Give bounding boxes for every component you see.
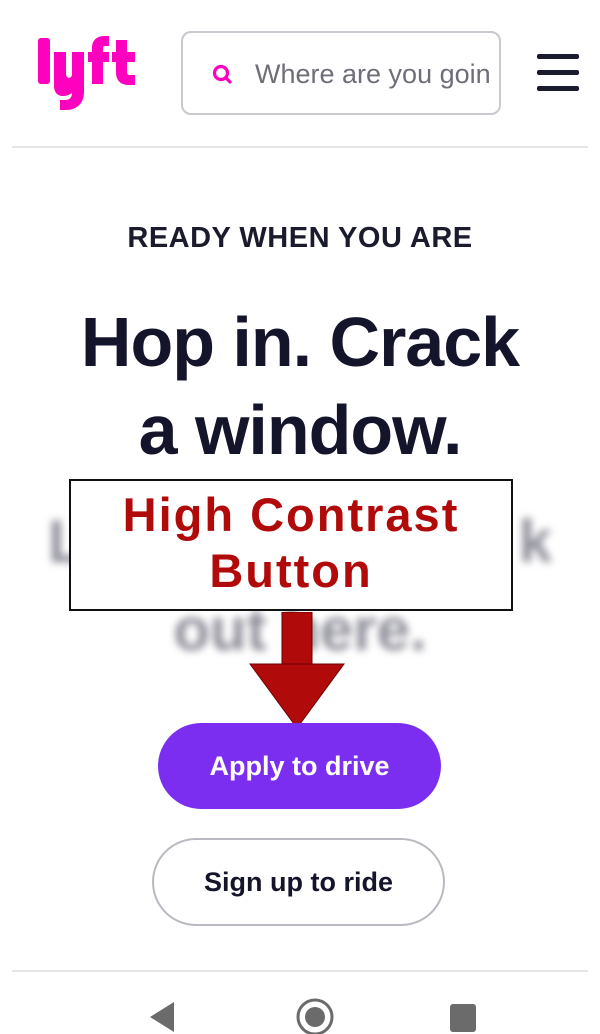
- menu-bar: [537, 70, 579, 75]
- sign-up-to-ride-button[interactable]: Sign up to ride: [152, 838, 445, 926]
- annotation-callout: High Contrast Button: [69, 479, 513, 611]
- apply-to-drive-button[interactable]: Apply to drive: [158, 723, 441, 809]
- site-header: lyft: [0, 0, 600, 146]
- lyft-logo[interactable]: lyft: [36, 34, 148, 112]
- headline-line-2: a window.: [138, 391, 463, 469]
- hamburger-menu-icon[interactable]: [533, 50, 583, 96]
- home-circle-icon[interactable]: [294, 996, 336, 1034]
- page-title: Hop in. Crack a window.: [0, 298, 600, 474]
- annotation-arrow-icon: [249, 612, 345, 729]
- blurred-subtext-end: k: [518, 508, 552, 575]
- content-bottom-divider: [12, 970, 588, 972]
- header-divider: [12, 146, 588, 148]
- search-icon: [212, 64, 232, 84]
- search-box[interactable]: [181, 31, 501, 115]
- back-triangle-icon[interactable]: [148, 1000, 176, 1034]
- search-input[interactable]: [255, 51, 489, 97]
- lyft-mobile-page: lyft: [0, 0, 600, 1034]
- android-nav-bar: [0, 990, 600, 1034]
- annotation-line-2: Button: [209, 544, 373, 597]
- menu-bar: [537, 54, 579, 59]
- lyft-logo-mark: [38, 36, 135, 110]
- recents-square-icon[interactable]: [448, 1000, 478, 1034]
- eyebrow-text: READY WHEN YOU ARE: [127, 222, 473, 254]
- headline-line-1: Hop in. Crack: [80, 303, 520, 381]
- annotation-line-1: High Contrast: [122, 488, 460, 541]
- menu-bar: [537, 86, 579, 91]
